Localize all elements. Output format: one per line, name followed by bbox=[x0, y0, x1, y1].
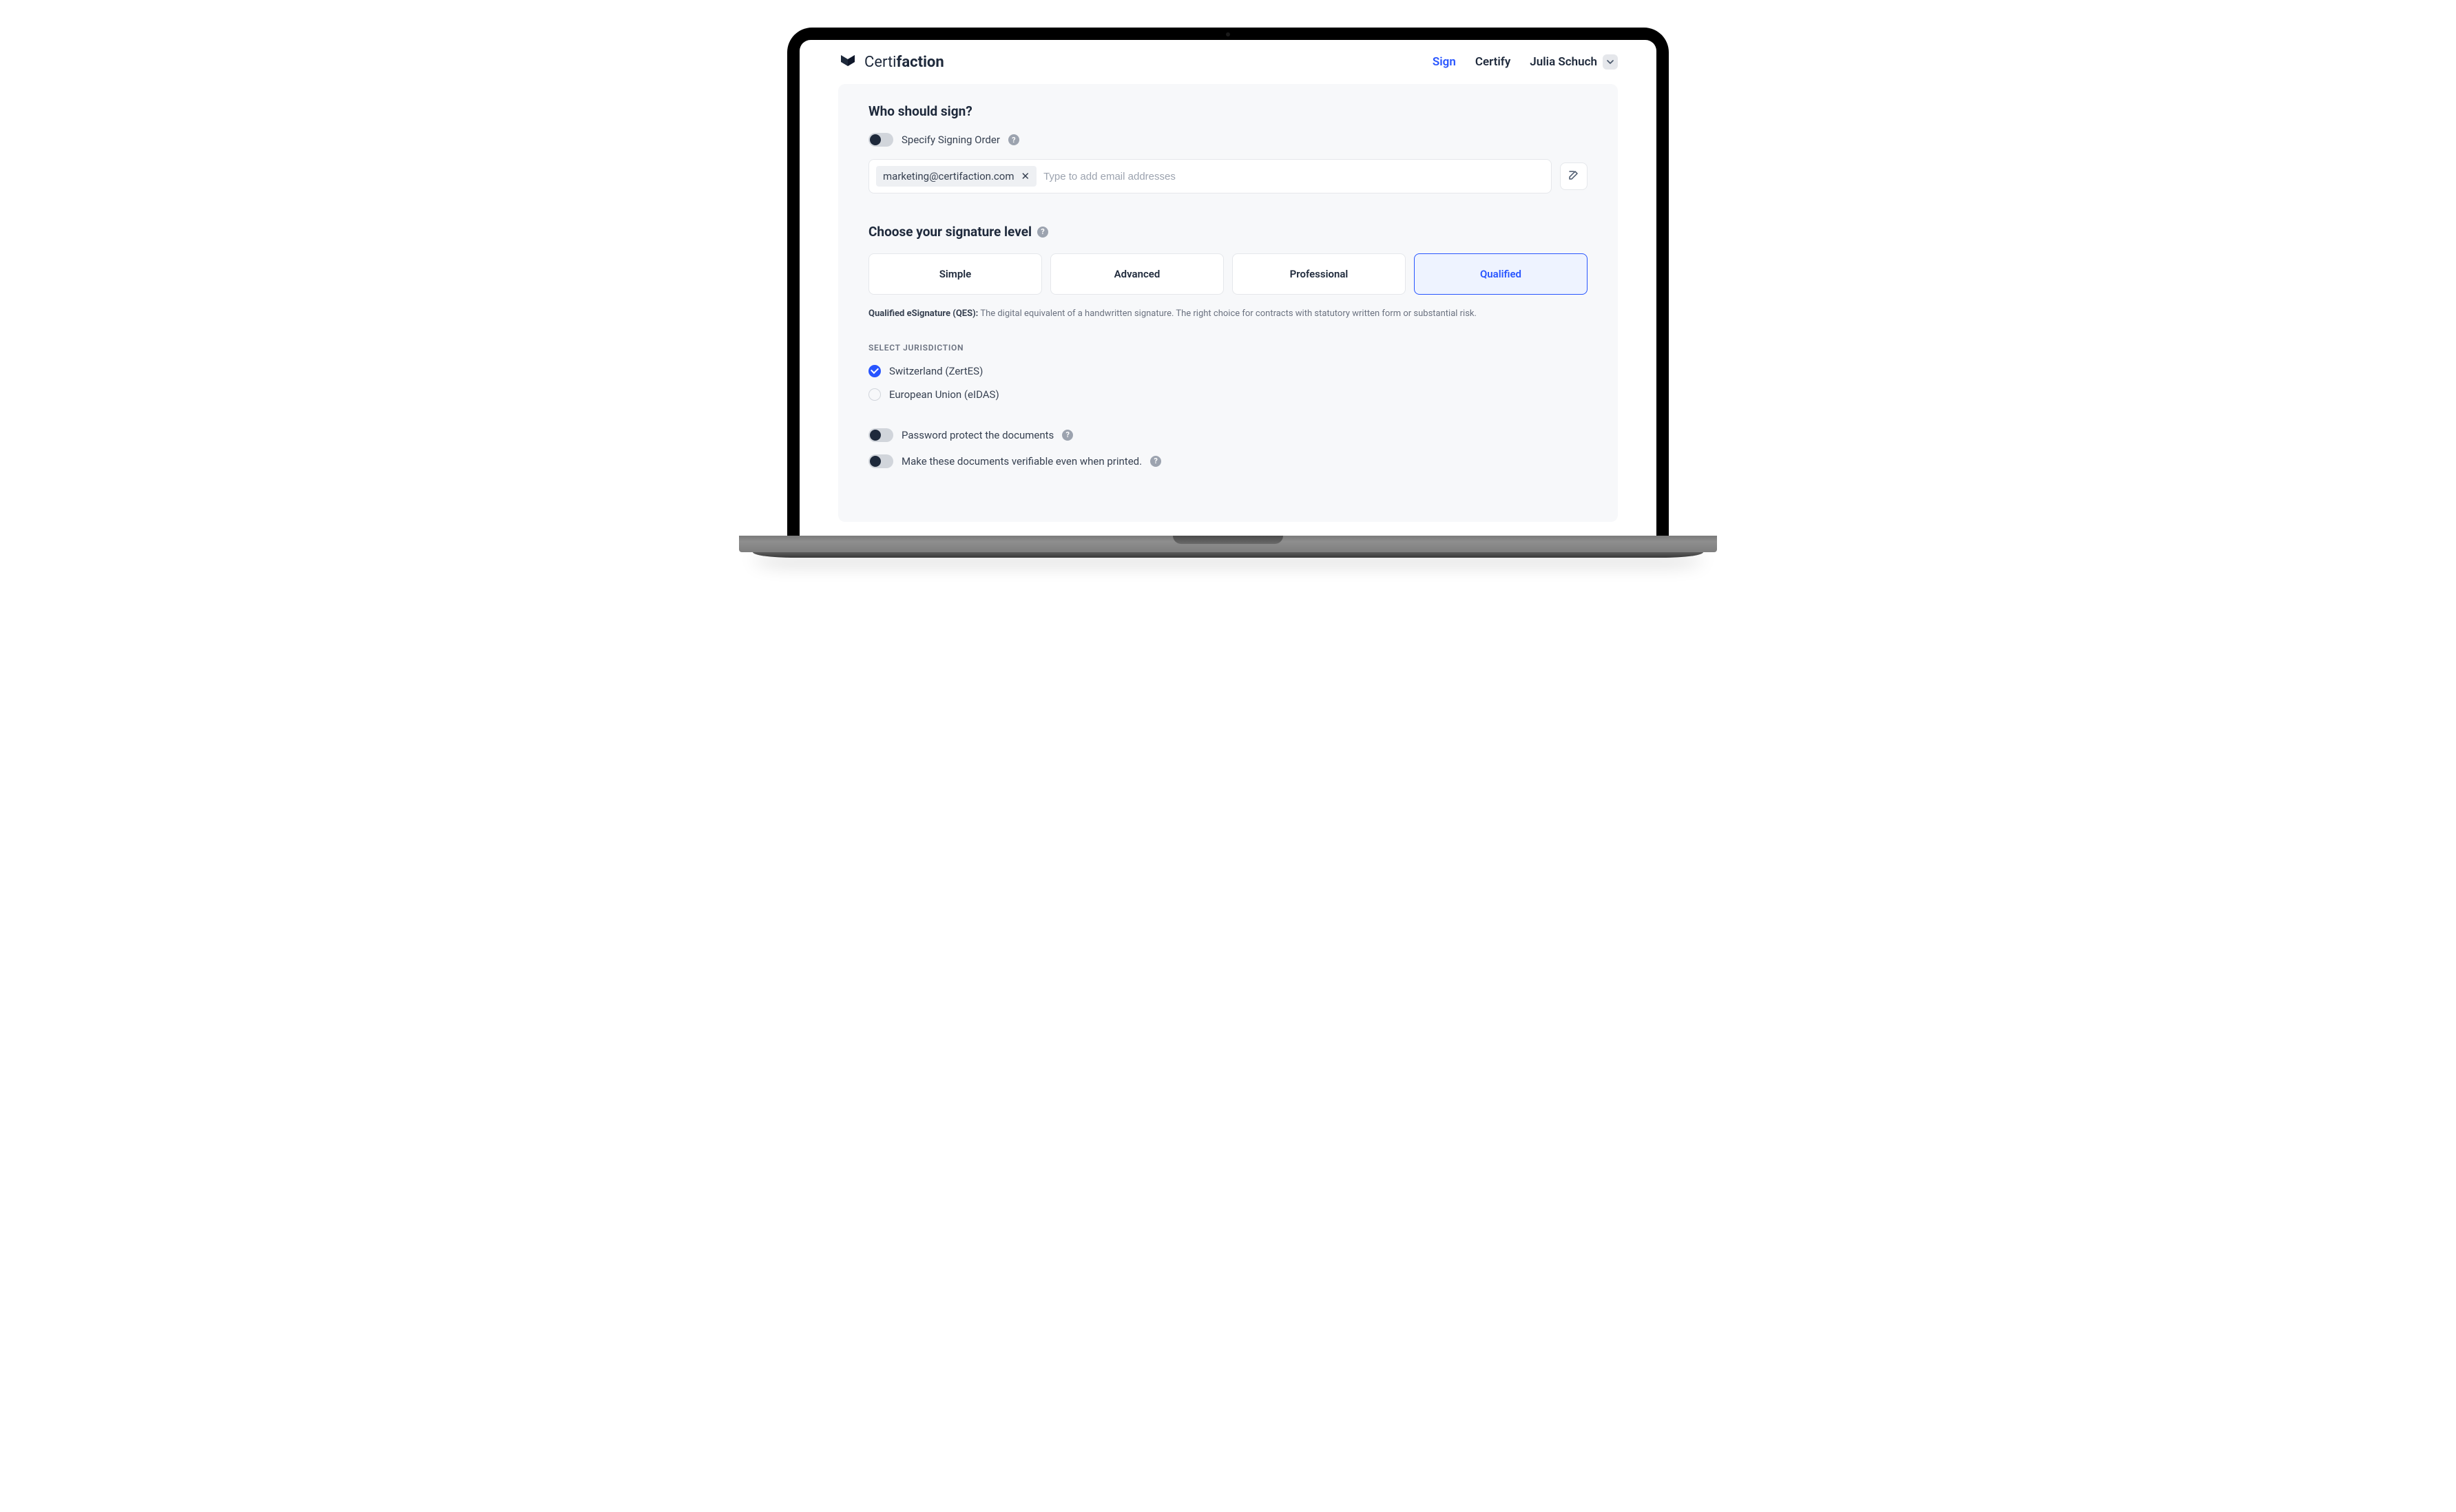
email-chip: marketing@certifaction.com ✕ bbox=[876, 166, 1037, 187]
brand-name-thin: Certi bbox=[864, 54, 897, 71]
brand-logo[interactable]: Certifaction bbox=[838, 52, 944, 72]
level-title: Choose your signature level bbox=[868, 224, 1032, 240]
password-protect-label: Password protect the documents bbox=[902, 429, 1054, 441]
level-description: Qualified eSignature (QES): The digital … bbox=[868, 307, 1588, 321]
email-input[interactable] bbox=[1043, 171, 1544, 182]
laptop-base-notch bbox=[1173, 536, 1283, 544]
jurisdiction-subhead: SELECT JURISDICTION bbox=[868, 343, 1588, 353]
level-grid: Simple Advanced Professional Qualified bbox=[868, 253, 1588, 295]
level-desc-text: The digital equivalent of a handwritten … bbox=[978, 308, 1477, 319]
specify-order-label: Specify Signing Order bbox=[902, 134, 1000, 146]
verifiable-printed-label: Make these documents verifiable even whe… bbox=[902, 455, 1142, 468]
email-row: marketing@certifaction.com ✕ bbox=[868, 159, 1588, 193]
logo-icon bbox=[838, 52, 857, 72]
toggle-knob bbox=[870, 134, 881, 145]
level-advanced[interactable]: Advanced bbox=[1050, 253, 1224, 295]
jurisdiction-eu[interactable]: European Union (eIDAS) bbox=[868, 388, 1588, 401]
level-title-row: Choose your signature level ? bbox=[868, 224, 1588, 240]
specify-order-row: Specify Signing Order ? bbox=[868, 133, 1588, 147]
app-header: Certifaction Sign Certify Julia Schuch bbox=[800, 40, 1656, 84]
app-screen: Certifaction Sign Certify Julia Schuch W… bbox=[800, 40, 1656, 536]
edit-button[interactable] bbox=[1560, 162, 1588, 190]
radio-checked-icon bbox=[868, 365, 881, 377]
password-protect-row: Password protect the documents ? bbox=[868, 428, 1588, 442]
spacer bbox=[868, 412, 1588, 428]
email-input-container[interactable]: marketing@certifaction.com ✕ bbox=[868, 159, 1552, 193]
close-icon[interactable]: ✕ bbox=[1021, 170, 1030, 182]
chevron-down-icon bbox=[1603, 54, 1618, 70]
signers-title: Who should sign? bbox=[868, 103, 1588, 119]
specify-order-toggle[interactable] bbox=[868, 133, 893, 147]
help-icon[interactable]: ? bbox=[1037, 227, 1048, 238]
help-icon[interactable]: ? bbox=[1008, 134, 1019, 145]
edit-icon bbox=[1568, 169, 1580, 184]
brand-name: Certifaction bbox=[864, 54, 944, 71]
level-qualified[interactable]: Qualified bbox=[1414, 253, 1588, 295]
laptop-base-top bbox=[739, 536, 1717, 552]
jurisdiction-switzerland[interactable]: Switzerland (ZertES) bbox=[868, 365, 1588, 377]
screen-bezel: Certifaction Sign Certify Julia Schuch W… bbox=[787, 28, 1669, 536]
help-icon[interactable]: ? bbox=[1062, 430, 1073, 441]
user-menu[interactable]: Julia Schuch bbox=[1530, 54, 1618, 70]
user-name: Julia Schuch bbox=[1530, 55, 1597, 69]
form-card: Who should sign? Specify Signing Order ?… bbox=[838, 84, 1618, 522]
nav-sign[interactable]: Sign bbox=[1433, 55, 1456, 69]
laptop-base-bottom bbox=[753, 552, 1703, 558]
level-professional[interactable]: Professional bbox=[1232, 253, 1406, 295]
help-icon[interactable]: ? bbox=[1150, 456, 1161, 467]
laptop-frame: Certifaction Sign Certify Julia Schuch W… bbox=[787, 28, 1669, 558]
level-simple[interactable]: Simple bbox=[868, 253, 1042, 295]
camera-dot bbox=[1226, 32, 1230, 36]
toggle-knob bbox=[870, 456, 881, 467]
jurisdiction-switzerland-label: Switzerland (ZertES) bbox=[889, 365, 983, 377]
jurisdiction-eu-label: European Union (eIDAS) bbox=[889, 388, 999, 401]
main-content: Who should sign? Specify Signing Order ?… bbox=[800, 84, 1656, 536]
brand-name-bold: faction bbox=[897, 54, 944, 71]
password-protect-toggle[interactable] bbox=[868, 428, 893, 442]
level-desc-strong: Qualified eSignature (QES): bbox=[868, 308, 978, 319]
nav-certify[interactable]: Certify bbox=[1475, 55, 1510, 69]
verifiable-printed-row: Make these documents verifiable even whe… bbox=[868, 454, 1588, 468]
radio-unchecked-icon bbox=[868, 388, 881, 401]
toggle-knob bbox=[870, 430, 881, 441]
verifiable-printed-toggle[interactable] bbox=[868, 454, 893, 468]
email-chip-text: marketing@certifaction.com bbox=[883, 170, 1014, 182]
